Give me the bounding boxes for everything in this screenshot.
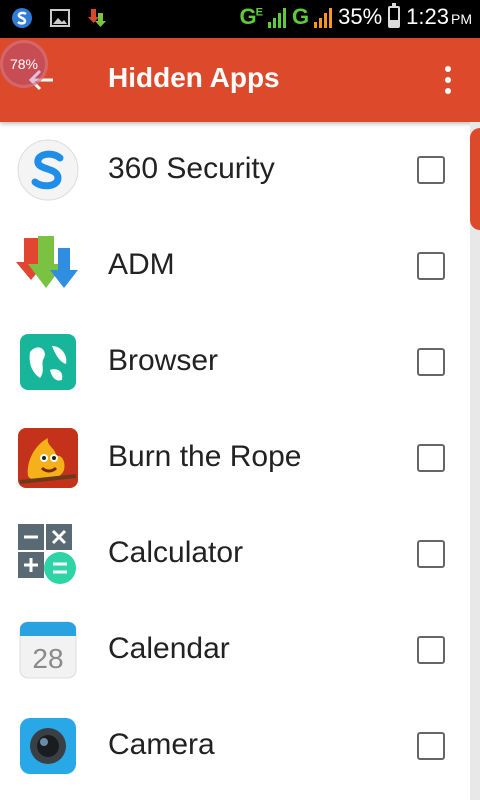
app-label: 360 Security [108,152,275,185]
floating-boost-badge[interactable]: 78% [0,40,48,88]
app-label: Burn the Rope [108,440,302,473]
app-label: Camera [108,728,215,761]
hide-checkbox[interactable] [417,540,445,568]
list-item[interactable]: Browser [0,314,470,410]
clock: 1:23 PM [406,4,472,29]
s-app-icon [10,6,34,30]
adm-icon [16,234,80,298]
list-item[interactable]: Burn the Rope [0,410,470,506]
list-item[interactable]: Camera [0,698,470,794]
list-item[interactable]: ADM [0,218,470,314]
download-icon [86,6,110,30]
app-label: Calculator [108,536,244,569]
camera-icon [16,714,80,778]
list-item[interactable]: 360 Security [0,122,470,218]
360-security-icon [16,138,80,202]
app-label: Browser [108,344,219,377]
hide-checkbox[interactable] [417,252,445,280]
hide-checkbox[interactable] [417,348,445,376]
browser-icon [16,330,80,394]
notification-icons [10,6,110,30]
hide-checkbox[interactable] [417,444,445,472]
calculator-icon [16,522,80,586]
network-type-2: G [292,4,309,29]
signal-bars-2-icon [314,6,333,28]
app-label: Calendar [108,632,230,665]
page-title: Hidden Apps [108,62,280,93]
hidden-apps-list: 360 Security ADM Browser Burn the Rope C… [0,122,470,794]
hide-checkbox[interactable] [417,636,445,664]
scrollbar-thumb[interactable] [470,128,480,230]
svg-text:28: 28 [32,643,63,674]
app-label: ADM [108,248,175,281]
signal-bars-1-icon [268,6,286,28]
overflow-menu-button[interactable] [436,62,460,98]
hide-checkbox[interactable] [417,156,445,184]
app-toolbar: Hidden Apps [0,38,480,122]
hide-checkbox[interactable] [417,732,445,760]
battery-percent: 35% [338,4,383,29]
more-vert-icon [445,66,451,72]
list-item[interactable]: Calculator [0,506,470,602]
image-icon [48,6,72,30]
status-bar: GE G 35% 1:23 PM [0,0,480,38]
battery-icon [388,3,401,28]
calendar-icon: 28 [16,618,80,682]
status-indicators: GE G 35% 1:23 PM [239,3,472,30]
list-item[interactable]: 28 Calendar [0,602,470,698]
burn-the-rope-icon [16,426,80,490]
network-type-1: GE [239,4,264,29]
